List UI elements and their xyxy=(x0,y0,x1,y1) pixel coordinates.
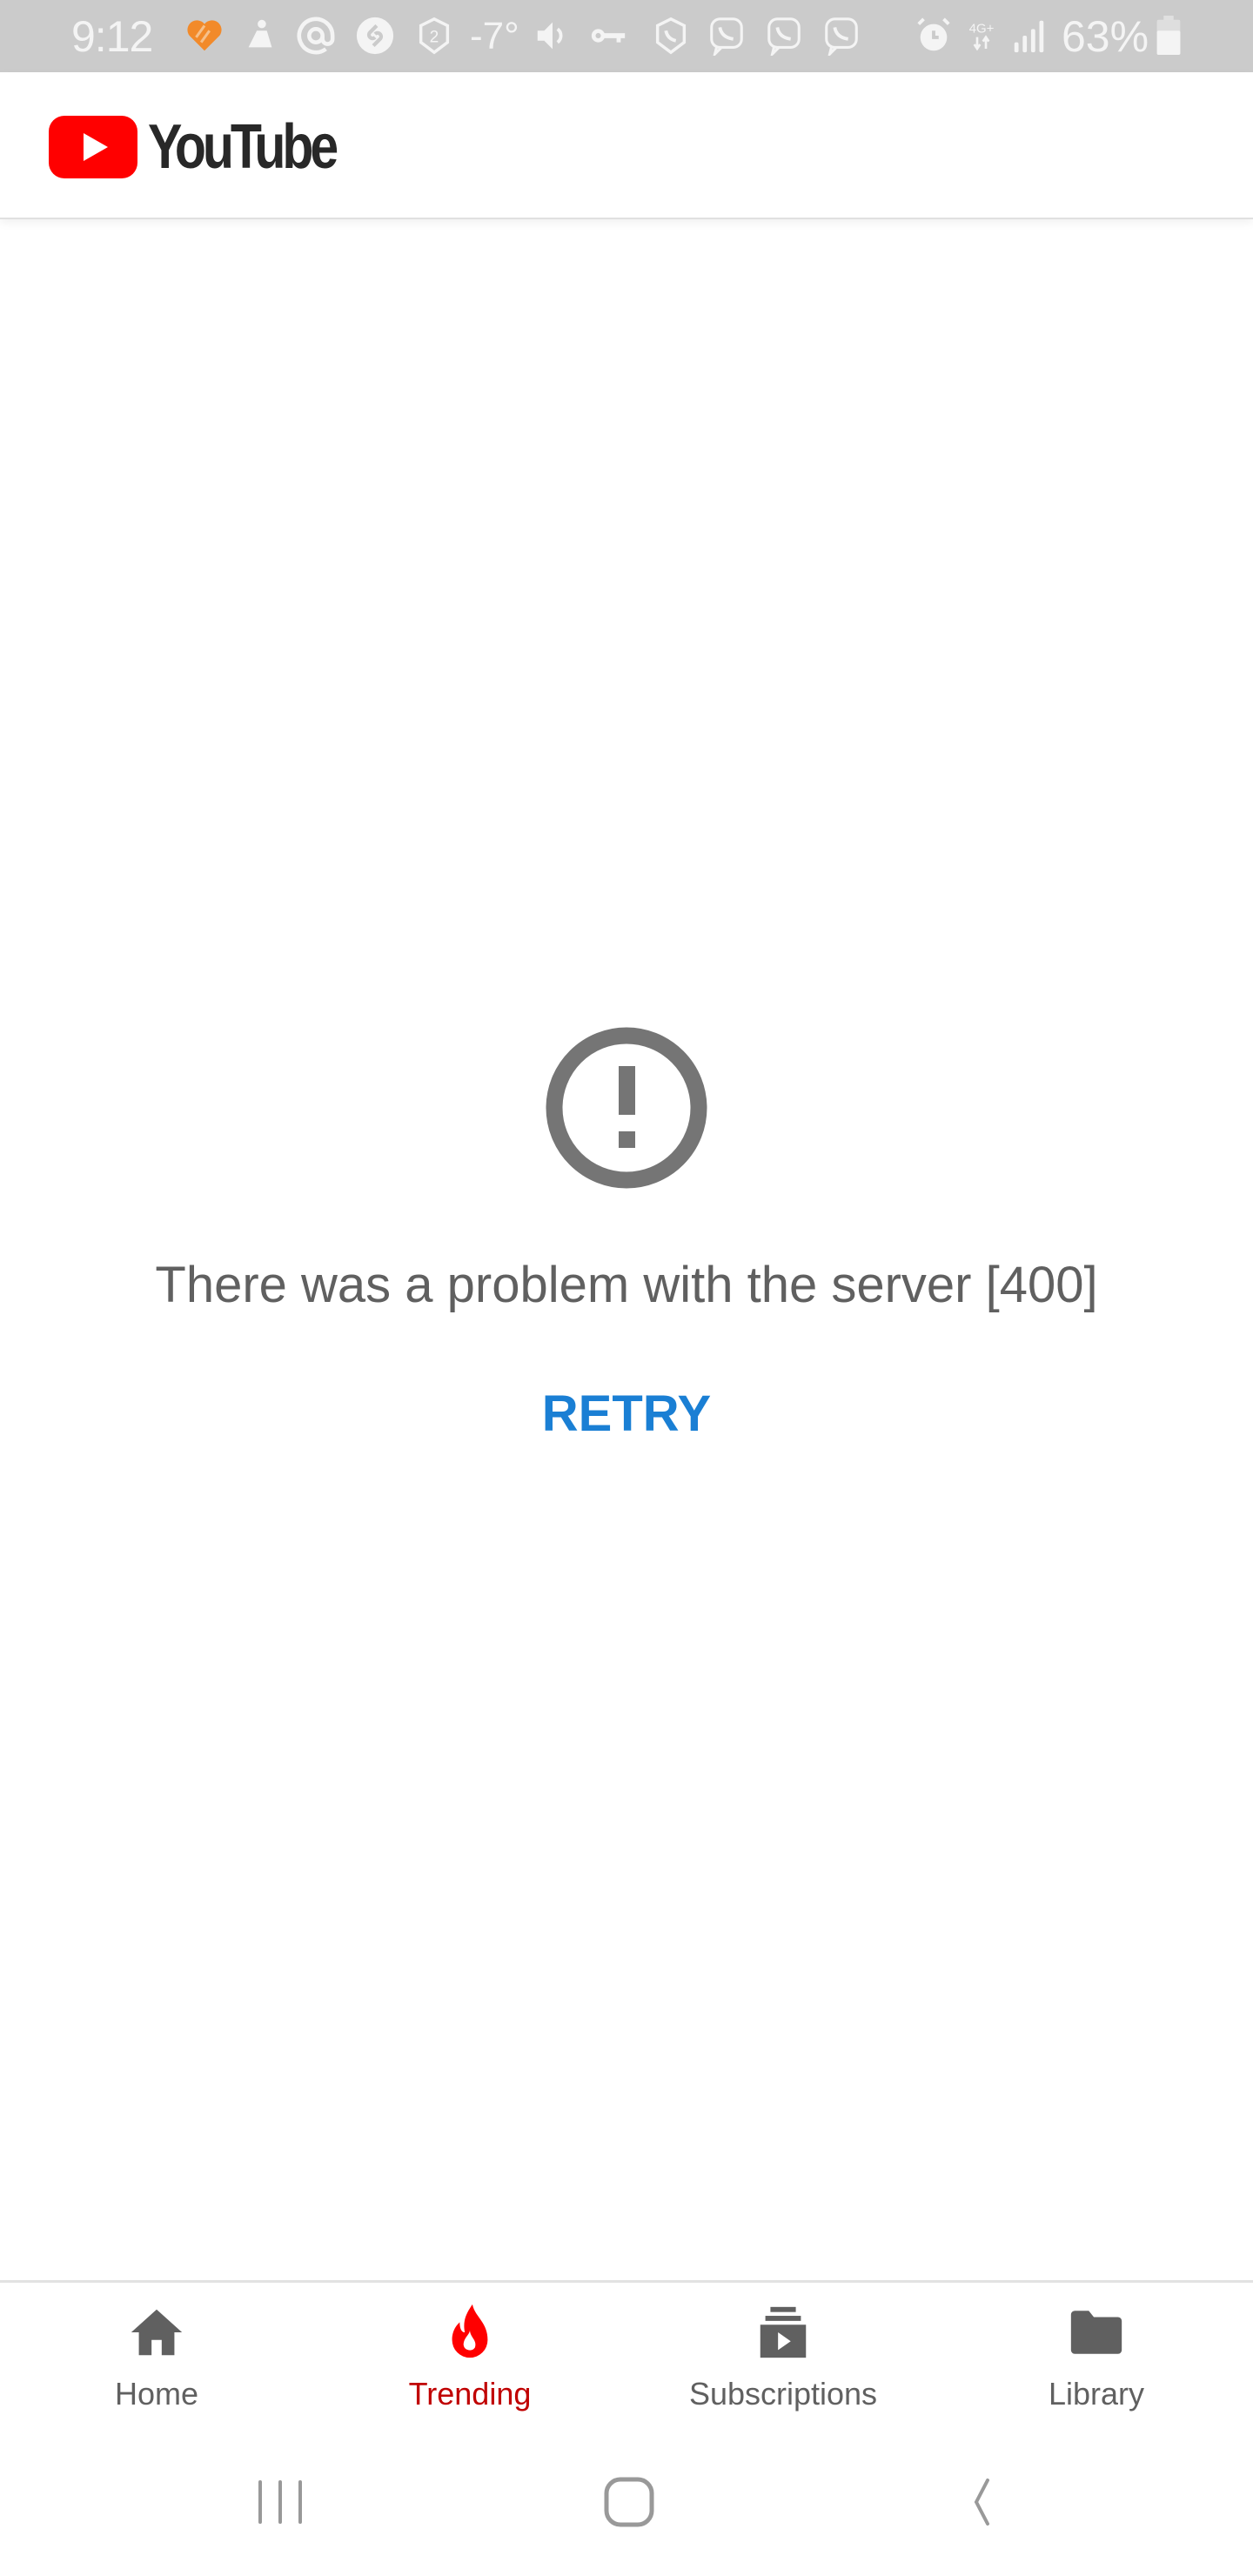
nav-item-library[interactable]: Library xyxy=(940,2283,1253,2428)
nav-label-trending: Trending xyxy=(408,2376,532,2412)
alarm-icon xyxy=(914,16,954,56)
viber-icon xyxy=(821,16,861,56)
retry-button[interactable]: RETRY xyxy=(496,1375,757,1453)
bottom-navigation: Home Trending Subscriptions Library xyxy=(0,2280,1253,2431)
volume-icon xyxy=(533,16,573,56)
at-sign-icon xyxy=(296,16,336,56)
flame-icon xyxy=(439,2302,500,2363)
nav-item-subscriptions[interactable]: Subscriptions xyxy=(626,2283,940,2428)
nav-label-home: Home xyxy=(114,2376,199,2412)
back-button[interactable] xyxy=(944,2472,1014,2532)
app-header: YouTube xyxy=(0,72,1253,219)
home-button-icon xyxy=(604,2477,654,2527)
app-name: YouTube xyxy=(148,112,338,182)
nav-item-home[interactable]: Home xyxy=(0,2283,313,2428)
meditation-icon xyxy=(240,16,280,56)
vpn-key-icon xyxy=(588,16,628,56)
home-icon xyxy=(126,2302,187,2363)
error-message: There was a problem with the server [400… xyxy=(155,1257,1098,1313)
battery-icon xyxy=(1156,16,1182,56)
network-label: 4G+ xyxy=(969,22,995,37)
shield-phone-icon xyxy=(651,16,691,56)
subscriptions-icon xyxy=(753,2302,814,2363)
svg-text:2: 2 xyxy=(430,29,439,47)
status-temperature: -7° xyxy=(470,15,519,57)
nav-label-library: Library xyxy=(1048,2376,1145,2412)
nav-item-trending[interactable]: Trending xyxy=(313,2283,626,2428)
signal-icon xyxy=(1009,16,1049,56)
system-navigation-bar xyxy=(0,2428,1253,2576)
folder-icon xyxy=(1066,2302,1127,2363)
error-circle-icon xyxy=(546,1027,707,1189)
viber-icon xyxy=(707,16,747,56)
youtube-play-icon xyxy=(49,116,137,178)
home-system-button[interactable] xyxy=(594,2472,664,2532)
viber-icon xyxy=(764,16,804,56)
battery-percent: 63% xyxy=(1062,12,1149,61)
youtube-logo[interactable]: YouTube xyxy=(49,116,376,178)
back-icon xyxy=(974,2479,989,2526)
status-time: 9:12 xyxy=(71,12,153,61)
health-heart-icon xyxy=(184,16,224,56)
shazam-icon xyxy=(355,16,395,56)
nav-label-subscriptions: Subscriptions xyxy=(688,2376,878,2412)
status-bar: 9:12 2 -7° 4G+ 63% xyxy=(0,0,1253,72)
recent-apps-icon xyxy=(258,2480,302,2524)
network-4g-icon: 4G+ xyxy=(964,16,999,56)
recent-apps-button[interactable] xyxy=(245,2472,315,2532)
shield-2-icon: 2 xyxy=(414,16,454,56)
